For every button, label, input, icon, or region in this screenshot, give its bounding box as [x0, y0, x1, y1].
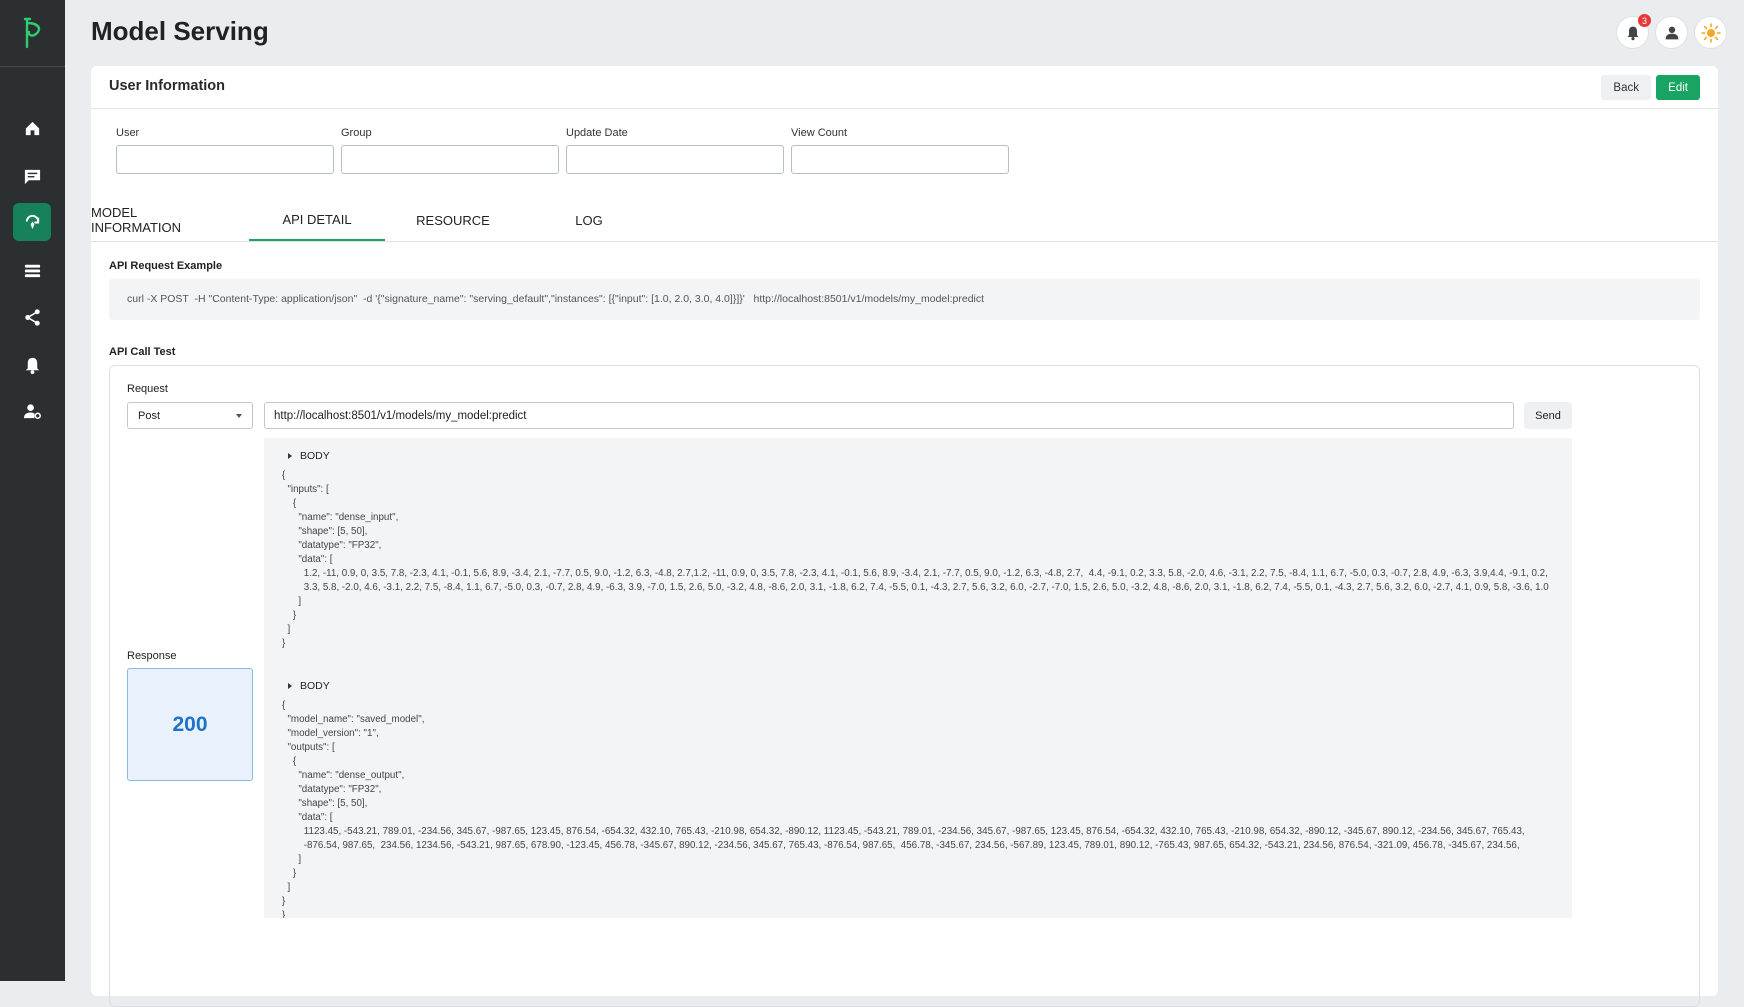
update-date-field-group: Update Date	[566, 127, 784, 174]
sun-icon	[1700, 22, 1721, 43]
sidebar-item-list[interactable]	[13, 251, 51, 289]
group-field-label: Group	[341, 127, 372, 139]
user-information-card: User Information Back Edit User Group Up…	[91, 66, 1718, 1007]
api-request-example: curl -X POST -H "Content-Type: applicati…	[109, 279, 1700, 320]
tab-model-information[interactable]: MODEL INFORMATION	[91, 199, 227, 241]
tab-resource[interactable]: RESOURCE	[385, 199, 521, 241]
logo[interactable]	[0, 0, 65, 67]
sidebar-item-model-serving[interactable]	[13, 203, 51, 241]
sidebar-item-notifications[interactable]	[13, 346, 51, 384]
user-field[interactable]	[116, 145, 334, 174]
request-body-panel: BODY { "inputs": [ { "name": "dense_inpu…	[264, 438, 1572, 670]
edit-button[interactable]: Edit	[1656, 75, 1700, 100]
response-body-code: { "model_name": "saved_model", "model_ve…	[282, 700, 1525, 918]
tab-api-detail[interactable]: API DETAIL	[249, 199, 385, 241]
user-icon	[1665, 26, 1678, 39]
view-count-field-label: View Count	[791, 127, 848, 139]
home-icon	[25, 121, 39, 135]
sidebar	[0, 0, 65, 981]
sidebar-item-user-settings[interactable]	[13, 392, 51, 430]
method-select[interactable]: Post	[127, 402, 253, 429]
share-icon	[24, 308, 40, 326]
view-count-field-group: View Count	[791, 127, 1009, 174]
card-title: User Information	[109, 78, 226, 94]
notifications-button[interactable]: 3	[1617, 14, 1651, 48]
sidebar-item-share[interactable]	[13, 298, 51, 336]
card-header: User Information Back Edit	[91, 66, 1718, 109]
theme-toggle-button[interactable]	[1695, 17, 1726, 48]
back-button[interactable]: Back	[1601, 75, 1651, 100]
send-button[interactable]: Send	[1524, 402, 1572, 429]
method-select-value: Post	[138, 409, 161, 422]
user-field-group: User	[116, 127, 334, 174]
request-body-toggle-label: BODY	[300, 450, 330, 462]
brand-logo-icon	[23, 17, 40, 49]
list-icon	[24, 264, 40, 277]
profile-button[interactable]	[1656, 17, 1687, 48]
response-body-toggle[interactable]: BODY	[282, 680, 1572, 692]
caret-right-icon	[288, 683, 292, 689]
request-label: Request	[127, 383, 168, 395]
sidebar-item-home[interactable]	[13, 109, 51, 147]
group-field[interactable]	[341, 145, 559, 174]
caret-right-icon	[288, 453, 292, 459]
request-url-input[interactable]	[264, 402, 1514, 429]
sidebar-item-messages[interactable]	[13, 157, 51, 195]
user-field-label: User	[116, 127, 140, 139]
tab-bar: MODEL INFORMATION API DETAIL RESOURCE LO…	[91, 199, 1718, 242]
response-label: Response	[127, 650, 177, 662]
user-settings-icon	[23, 403, 41, 419]
api-call-test-panel: Request Post Send BODY { "inputs": [ { "…	[109, 365, 1700, 1007]
model-serving-icon	[25, 214, 39, 229]
response-body-toggle-label: BODY	[300, 680, 330, 692]
request-body-toggle[interactable]: BODY	[282, 450, 1572, 462]
update-date-field[interactable]	[566, 145, 784, 174]
header-actions: 3	[1617, 14, 1726, 48]
api-request-example-label: API Request Example	[109, 260, 223, 272]
caret-down-icon	[236, 414, 242, 418]
page-title: Model Serving	[91, 16, 269, 46]
response-body-panel: BODY { "model_name": "saved_model", "mod…	[264, 668, 1572, 918]
info-fields: User Group Update Date View Count	[116, 127, 1009, 174]
group-field-group: Group	[341, 127, 559, 174]
update-date-field-label: Update Date	[566, 127, 628, 139]
request-body-code: { "inputs": [ { "name": "dense_input", "…	[282, 470, 1549, 649]
notification-badge: 3	[1638, 14, 1651, 27]
bell-icon	[25, 357, 39, 374]
api-call-test-label: API Call Test	[109, 346, 176, 358]
bell-icon	[1626, 26, 1639, 40]
view-count-field[interactable]	[791, 145, 1009, 174]
message-icon	[24, 169, 40, 184]
response-status-code: 200	[127, 668, 253, 781]
tab-log[interactable]: LOG	[521, 199, 657, 241]
